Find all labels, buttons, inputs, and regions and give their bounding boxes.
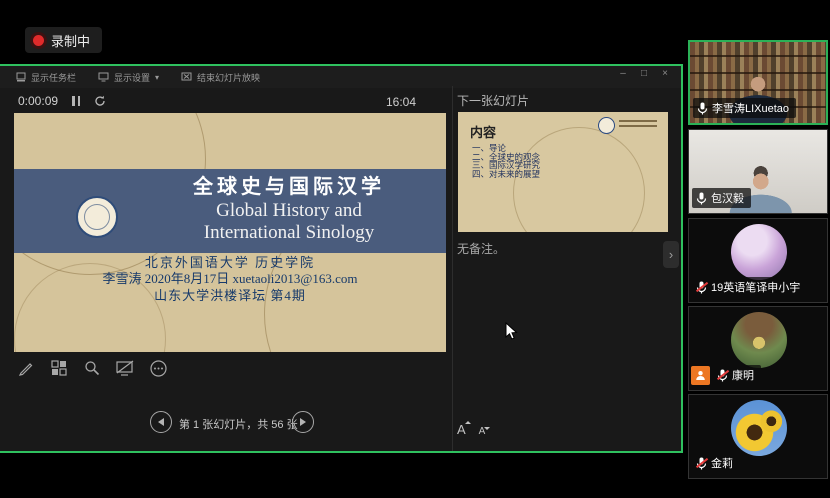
mouse-cursor	[505, 322, 518, 341]
more-options-button[interactable]	[148, 358, 168, 378]
caret-down-icon	[484, 427, 490, 430]
show-taskbar-button[interactable]: 显示任务栏	[16, 71, 76, 84]
annotation-tools	[16, 358, 168, 378]
chevron-down-icon: ▾	[155, 73, 159, 82]
logo-text-lines	[619, 120, 657, 130]
slide-affiliation: 北京外国语大学 历史学院	[14, 255, 446, 271]
participant-name-tag: 包汉毅	[692, 188, 751, 208]
window-controls: – □ ×	[617, 68, 671, 79]
arrow-right-icon	[300, 418, 306, 426]
map-decor	[513, 127, 645, 232]
notes-font-controls: A A	[457, 422, 485, 437]
arrow-left-icon	[158, 418, 164, 426]
participant-tile[interactable]: 李雪涛LIXuetao	[688, 40, 828, 125]
slide-title-en1: Global History and	[132, 200, 446, 222]
presenter-toolbar: 显示任务栏 显示设置 ▾ 结束幻灯片放映 – □ ×	[0, 66, 681, 88]
university-logo	[598, 117, 615, 134]
more-options-icon	[149, 359, 168, 378]
end-slideshow-icon	[181, 72, 192, 82]
slide-author-line: 李雪涛 2020年8月17日 xuetaoli2013@163.com	[14, 271, 446, 287]
minimize-icon[interactable]: –	[617, 68, 629, 79]
end-slideshow-label: 结束幻灯片放映	[197, 71, 260, 84]
next-slide-header: 下一张幻灯片	[457, 92, 529, 109]
font-increase-button[interactable]: A	[457, 422, 466, 437]
caret-up-icon	[465, 421, 471, 424]
restart-timer-icon[interactable]	[94, 95, 106, 107]
close-icon[interactable]: ×	[659, 68, 671, 79]
taskbar-icon	[16, 72, 26, 82]
next-slide-title: 内容	[470, 122, 496, 141]
mic-on-icon	[697, 102, 708, 115]
slide-sorter-icon	[50, 359, 68, 377]
slide-title-cn: 全球史与国际汉学	[132, 174, 446, 200]
participants-sidebar: 李雪涛LIXuetao 包汉毅 19英语笔译申小宇	[688, 0, 828, 498]
timer-row: 0:00:09	[18, 94, 106, 108]
pen-icon	[17, 359, 35, 377]
display-settings-button[interactable]: 显示设置 ▾	[98, 71, 159, 84]
next-slide-thumbnail[interactable]: 内容 一、导论 二、全球史的观念 三、国际汉学研究 四、对未来的展望	[458, 112, 668, 232]
mic-on-icon	[696, 192, 707, 205]
participant-name: 19英语笔译申小宇	[711, 279, 800, 295]
participant-name-tag: 李雪涛LIXuetao	[693, 98, 796, 118]
participant-name-tag: 19英语笔译申小宇	[692, 277, 807, 297]
participant-name: 金莉	[711, 455, 733, 471]
show-taskbar-label: 显示任务栏	[31, 71, 76, 84]
person-icon	[695, 370, 706, 381]
zoom-slide-button[interactable]	[82, 358, 102, 378]
next-slide-item: 四、对未来的展望	[472, 170, 540, 179]
university-logo	[76, 196, 118, 238]
participant-name-tag: 金莉	[692, 453, 740, 473]
expand-panel-button[interactable]: ›	[663, 241, 679, 268]
slide-title-band: 全球史与国际汉学 Global History and Internationa…	[14, 169, 446, 253]
participant-tile[interactable]: 金莉	[688, 394, 828, 479]
clock-time: 16:04	[386, 95, 416, 109]
avatar	[731, 224, 787, 280]
participant-tile[interactable]: 康明	[688, 306, 828, 391]
next-slide-button[interactable]	[292, 411, 314, 433]
slide-event-line: 山东大学洪楼译坛 第4期	[14, 287, 446, 304]
display-settings-icon	[98, 72, 109, 82]
recording-badge: 录制中	[25, 27, 102, 53]
avatar	[731, 400, 787, 456]
panel-divider	[452, 86, 453, 452]
participant-name: 李雪涛LIXuetao	[712, 100, 789, 116]
host-badge	[691, 366, 710, 385]
record-dot-icon	[33, 35, 44, 46]
participant-tile[interactable]: 19英语笔译申小宇	[688, 218, 828, 303]
participant-name: 包汉毅	[711, 190, 744, 206]
participant-name-tag: 康明	[713, 365, 761, 385]
recording-label: 录制中	[51, 31, 90, 50]
participant-tile[interactable]: 包汉毅	[688, 129, 828, 214]
slide-position-label: 第 1 张幻灯片，共 56 张	[179, 416, 298, 432]
display-settings-label: 显示设置	[114, 71, 150, 84]
font-decrease-button[interactable]: A	[479, 426, 486, 437]
magnifier-icon	[83, 359, 101, 377]
participant-name: 康明	[732, 367, 754, 383]
black-screen-icon	[115, 359, 135, 377]
previous-slide-button[interactable]	[150, 411, 172, 433]
maximize-icon[interactable]: □	[638, 68, 650, 79]
current-slide[interactable]: 全球史与国际汉学 Global History and Internationa…	[14, 113, 446, 352]
see-all-slides-button[interactable]	[49, 358, 69, 378]
pen-tool-button[interactable]	[16, 358, 36, 378]
notes-text: 无备注。	[457, 240, 505, 257]
end-slideshow-button[interactable]: 结束幻灯片放映	[181, 71, 260, 84]
mic-muted-icon	[717, 369, 728, 382]
pause-timer-icon[interactable]	[72, 96, 80, 106]
slide-title-en2: International Sinology	[132, 222, 446, 244]
shared-screen-region: 显示任务栏 显示设置 ▾ 结束幻灯片放映 – □ × 0:00:09	[0, 64, 683, 453]
meeting-window: 录制中 显示任务栏 显示设置 ▾ 结束幻灯片放映 – □ ×	[0, 0, 830, 498]
elapsed-time: 0:00:09	[18, 94, 58, 108]
mic-muted-icon	[696, 281, 707, 294]
mic-muted-icon	[696, 457, 707, 470]
black-screen-button[interactable]	[115, 358, 135, 378]
avatar	[731, 312, 787, 368]
